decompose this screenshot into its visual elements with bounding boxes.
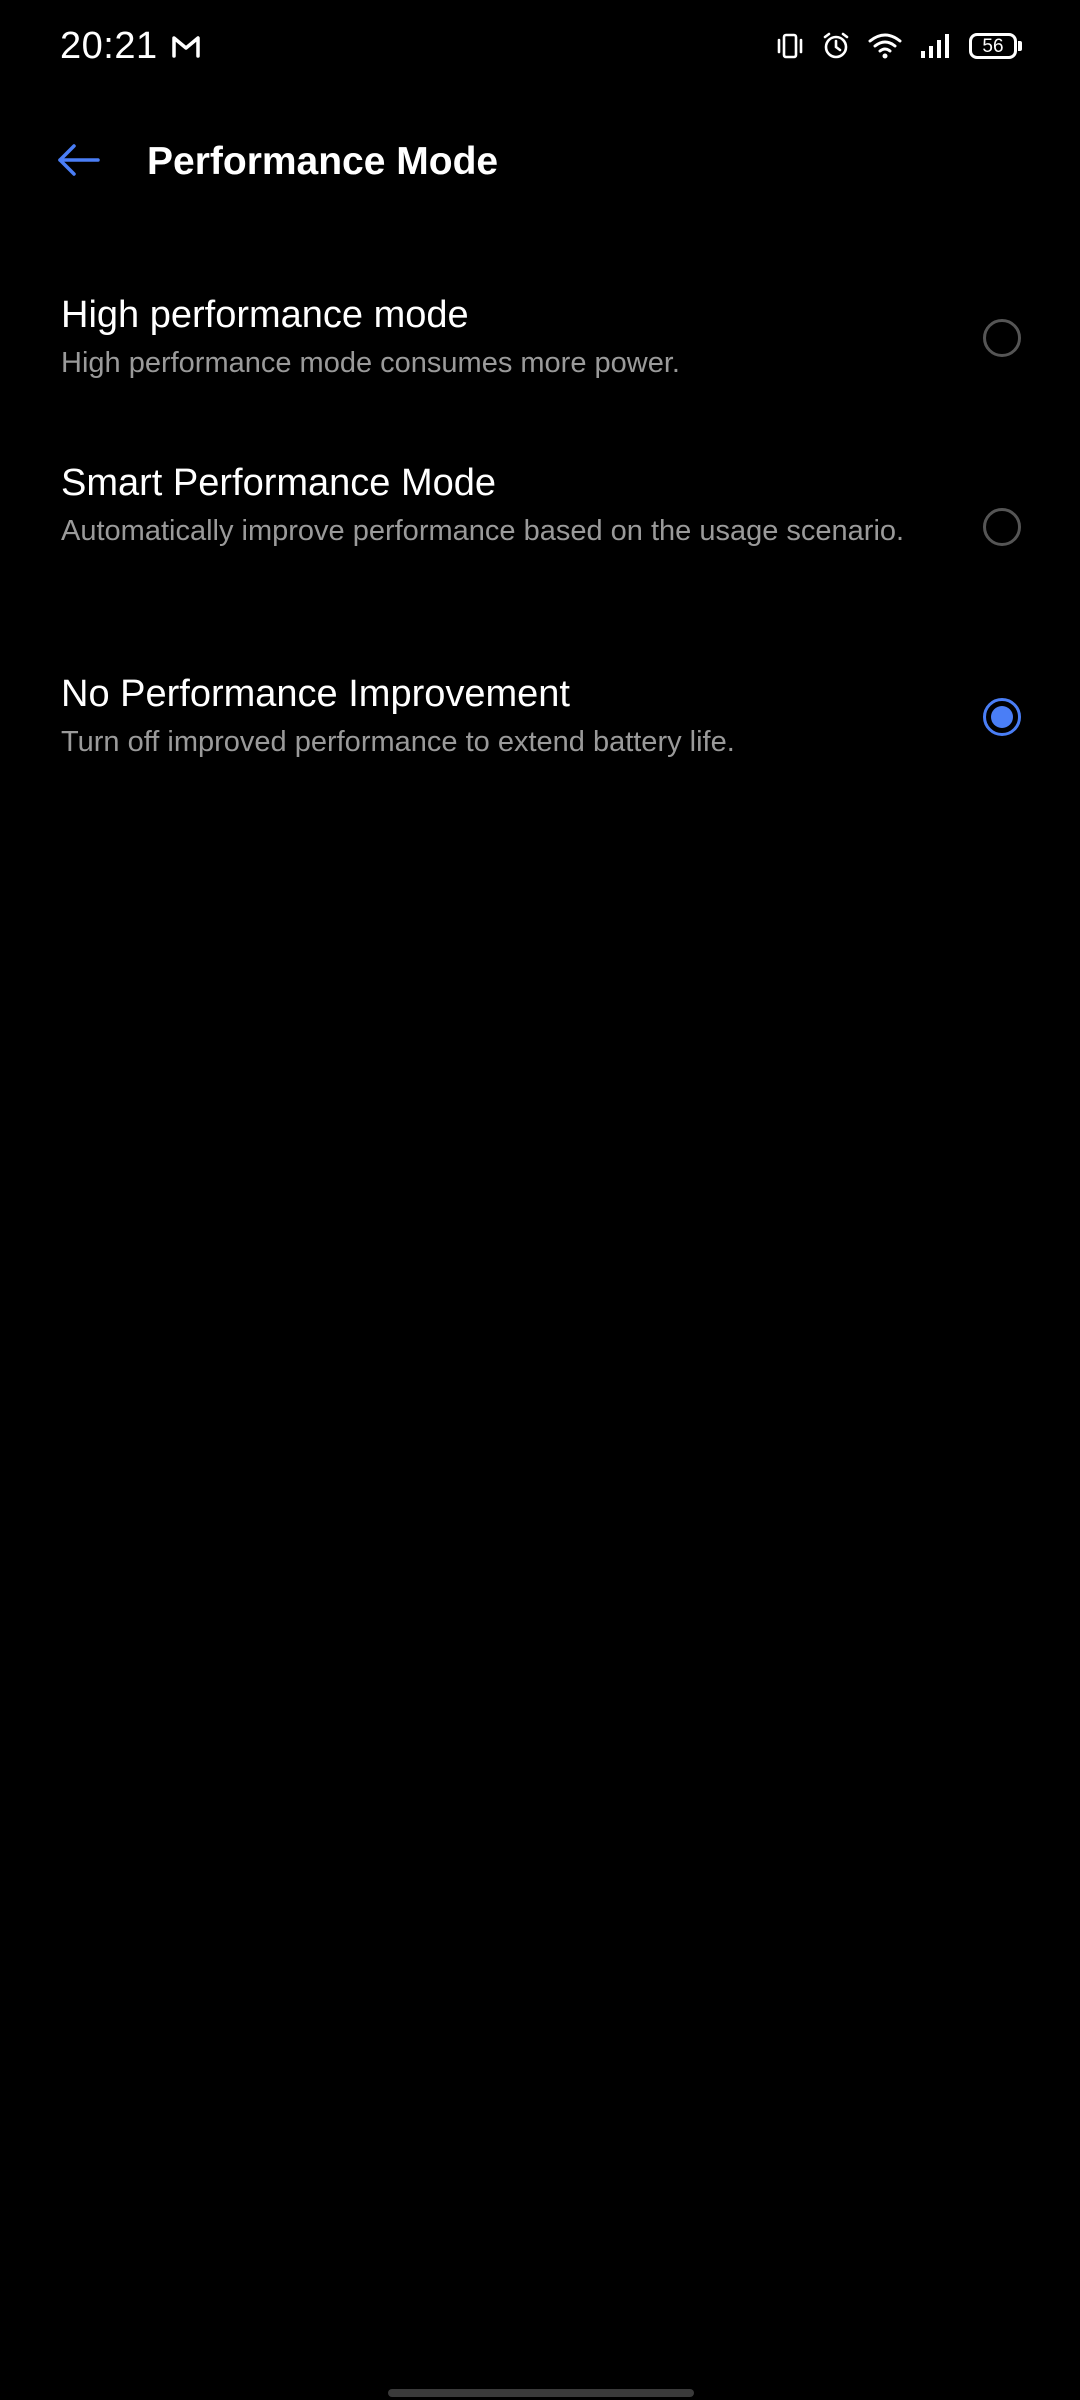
back-button[interactable]	[40, 130, 118, 194]
radio-high-performance[interactable]	[983, 319, 1021, 357]
wifi-icon	[867, 31, 903, 61]
battery-indicator: 56	[969, 33, 1017, 59]
vibrate-icon	[775, 31, 805, 61]
option-title: High performance mode	[61, 294, 469, 336]
status-bar: 20:21 56	[0, 0, 1080, 92]
back-arrow-icon	[56, 142, 102, 183]
performance-mode-list: High performance mode High performance m…	[0, 270, 1080, 817]
signal-icon	[919, 31, 953, 61]
status-icons: 56	[775, 26, 1022, 66]
option-no-performance-improvement[interactable]: No Performance Improvement Turn off impr…	[0, 649, 1080, 817]
gesture-navigation-handle[interactable]	[388, 2389, 694, 2397]
battery-tip	[1018, 41, 1022, 51]
radio-no-performance-improvement[interactable]	[983, 698, 1021, 736]
option-description: Automatically improve performance based …	[61, 515, 905, 547]
option-description: High performance mode consumes more powe…	[61, 347, 680, 379]
radio-smart-performance[interactable]	[983, 508, 1021, 546]
option-description: Turn off improved performance to extend …	[61, 726, 735, 758]
radio-selected-dot	[991, 706, 1013, 728]
option-smart-performance[interactable]: Smart Performance Mode Automatically imp…	[0, 438, 1080, 649]
page-title: Performance Mode	[147, 140, 499, 183]
option-title: No Performance Improvement	[61, 673, 570, 715]
alarm-icon	[821, 31, 851, 61]
battery-level: 56	[982, 35, 1004, 57]
status-time: 20:21	[60, 25, 158, 67]
option-title: Smart Performance Mode	[61, 462, 497, 504]
gmail-icon	[170, 32, 202, 60]
option-high-performance[interactable]: High performance mode High performance m…	[0, 270, 1080, 438]
battery-icon: 56	[969, 33, 1022, 59]
app-bar: Performance Mode	[0, 116, 1080, 208]
